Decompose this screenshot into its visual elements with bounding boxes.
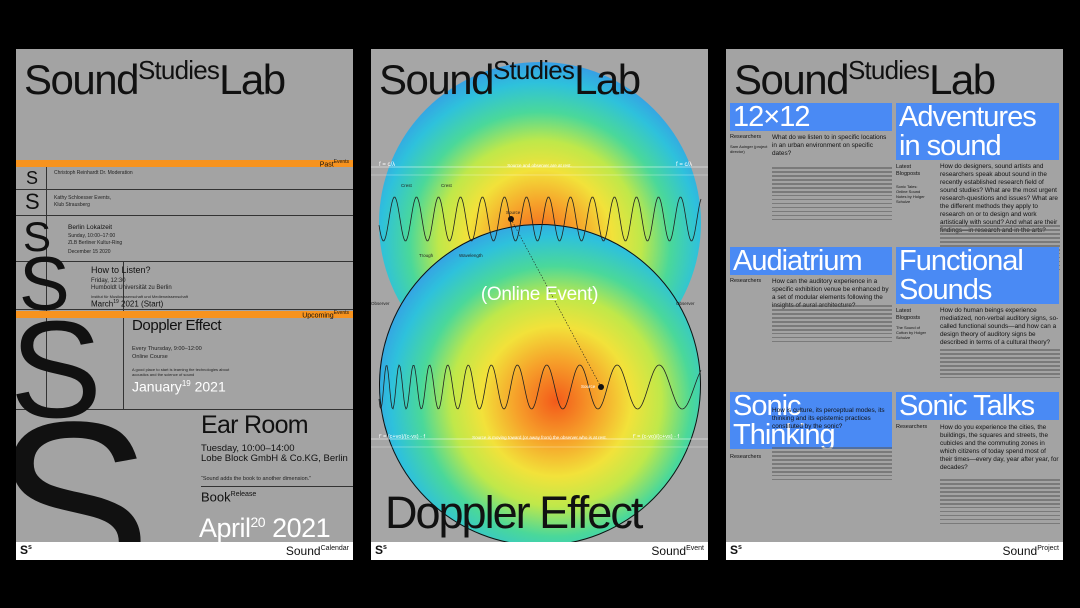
footer: Ss SoundProject <box>726 542 1063 560</box>
question-12x12: What do we listen to in specific locatio… <box>772 134 887 157</box>
brand-title: SoundStudiesLab <box>379 55 641 103</box>
brand-sound: Sound <box>734 56 849 103</box>
label-wavelength: Wavelength <box>459 253 483 258</box>
footer-title: SoundCalendar <box>285 544 349 558</box>
doppler-place: Online Course <box>132 354 168 360</box>
past-event-b: Kathy Schloesser Events, Klub Strausberg <box>54 195 111 208</box>
footer-logo: Ss <box>375 543 387 557</box>
poster-sound-event: Source and observer are at rest. Source … <box>371 49 708 560</box>
formula-bottom-left: f' = (c+vo)/(c-vs) · f <box>379 434 425 440</box>
doppler-course-title: Doppler Effect <box>132 317 222 334</box>
footer-logo: Ss <box>730 543 742 557</box>
footer-logo: Ss <box>20 543 32 557</box>
doppler-date: January19 2021 <box>132 378 226 395</box>
project-sonic-talks: Sonic Talks <box>896 392 1059 420</box>
brand-studies: Studies <box>847 55 930 85</box>
label-crest: Crest <box>401 183 412 188</box>
brand-studies: Studies <box>492 55 575 85</box>
doppler-effect-title: Doppler Effect <box>385 487 643 538</box>
label-trough: Trough <box>419 253 434 258</box>
past-event-a: Christoph Reinhardt Dr. Moderation <box>54 170 133 176</box>
brand-title: SoundStudiesLab <box>734 55 996 103</box>
question-sonic-thinking: How is culture, its perceptual modes, it… <box>772 407 885 430</box>
doppler-desc: A good place to start is learning the te… <box>132 367 230 377</box>
project-functional-sounds: Functional Sounds <box>896 247 1059 304</box>
berlin-lokalzeit-title: Berlin Lokalzeit <box>68 224 113 231</box>
footer-title: SoundProject <box>1002 544 1060 558</box>
online-event-label: (Online Event) <box>480 284 599 305</box>
blog-1: Sonic Tales: Online Sound Notes by Holge… <box>896 184 925 204</box>
project-audiatrium: Audiatrium <box>730 247 892 275</box>
blog-2: The Sound of Cotton by Holger Schulze <box>896 325 927 340</box>
caption-top: Source and observer are at rest. <box>507 163 572 168</box>
berlin-time: Sunday, 10:00–17:00 <box>68 233 116 239</box>
past-label: Past <box>319 161 334 169</box>
ear-quote: “Sound adds the book to another dimensio… <box>201 476 312 482</box>
s-glyph-xs: S <box>26 168 39 188</box>
formula-top-left: f = c/λ <box>379 162 396 168</box>
doppler-time: Every Thursday, 9:00–12:00 <box>132 346 202 352</box>
project-12x12: 12×12 <box>730 103 892 131</box>
label-source-2: Source <box>581 384 596 389</box>
upcoming-label: Upcoming <box>302 312 334 320</box>
brand-sound: Sound <box>24 56 139 103</box>
source-dot <box>508 216 514 222</box>
ear-time: Tuesday, 10:00–14:00 <box>201 443 295 454</box>
how-to-listen-title: How to Listen? <box>91 265 151 275</box>
question-functional: How do human beings experience mediatize… <box>940 307 1059 346</box>
berlin-date: December 15 2020 <box>68 249 111 255</box>
how-date: March19 2021 (Start) <box>91 299 164 309</box>
berlin-place: ZLB Berliner Kultur-Ring <box>68 240 123 246</box>
upcoming-sup: Events <box>333 310 349 316</box>
source-dot-moving <box>598 384 604 390</box>
ear-place: Lobe Block GmbH & Co.KG, Berlin <box>201 453 348 464</box>
brand-lab: Lab <box>574 56 641 103</box>
formula-top-right: f = c/λ <box>676 162 693 168</box>
brand-studies: Studies <box>137 55 220 85</box>
label-researchers-1: Researchers <box>730 134 762 140</box>
how-time: Friday, 12:30 <box>91 278 126 284</box>
book-date: April20 2021 <box>199 513 331 543</box>
brand-lab: Lab <box>929 56 996 103</box>
label-source: Source <box>506 210 521 215</box>
label-researchers-2: Researchers <box>730 278 762 284</box>
researchers-1: Sam Auinger (project director) <box>730 144 768 154</box>
footer: Ss SoundEvent <box>371 542 708 560</box>
project-adventures: Adventures in sound <box>896 103 1059 160</box>
book-release-label: BookRelease <box>201 489 257 505</box>
label-researchers-4: Researchers <box>896 424 928 430</box>
poster-sound-project: SoundStudiesLab 12×12 Adventures in soun… <box>726 49 1063 560</box>
brand-title: SoundStudiesLab <box>24 55 286 103</box>
past-sup: Events <box>333 159 349 165</box>
how-place: Humboldt Universität zu Berlin <box>91 285 172 291</box>
formula-bottom-right: f' = (c-vo)/(c+vs) · f <box>633 434 679 440</box>
brand-sound: Sound <box>379 56 494 103</box>
question-sonic-talks: How do you experience the cities, the bu… <box>940 424 1059 471</box>
label-researchers-3: Researchers <box>730 454 762 460</box>
footer-title: SoundEvent <box>651 544 704 558</box>
ear-room-title: Ear Room <box>201 411 309 439</box>
brand-lab: Lab <box>219 56 286 103</box>
s-glyph-xxl: S <box>16 373 152 560</box>
label-latest-2: Latest Blogposts <box>896 308 921 321</box>
label-crest-2: Crest <box>441 183 452 188</box>
past-events-bar: PastEvents <box>16 159 353 169</box>
poster-sound-calendar: SoundStudiesLab PastEvents S S S S S S C… <box>16 49 353 560</box>
s-glyph-s: S <box>25 189 40 214</box>
footer: Ss SoundCalendar <box>16 542 353 560</box>
label-latest-1: Latest Blogposts <box>896 164 921 177</box>
